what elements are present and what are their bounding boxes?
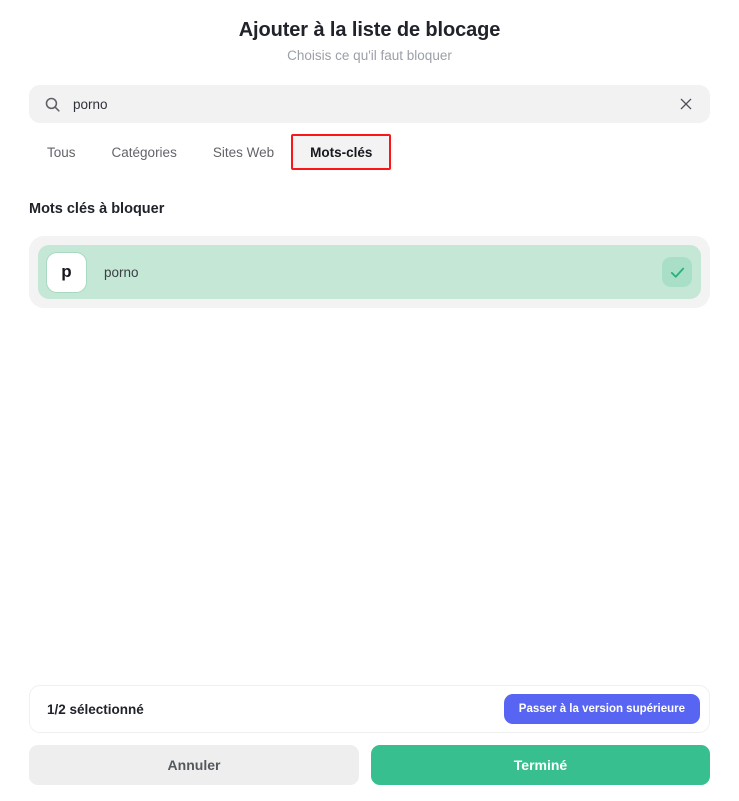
page-subtitle: Choisis ce qu'il faut bloquer (287, 48, 452, 63)
page-title: Ajouter à la liste de blocage (238, 19, 501, 41)
tab-sites-web[interactable]: Sites Web (195, 135, 292, 169)
search-icon (44, 96, 61, 113)
tab-mots-cles[interactable]: Mots-clés (292, 135, 391, 169)
search-bar[interactable] (29, 85, 710, 123)
close-icon[interactable] (676, 94, 696, 114)
section-heading: Mots clés à bloquer (29, 201, 165, 217)
keyword-list: p porno (29, 236, 710, 308)
search-input[interactable] (73, 96, 676, 112)
tab-bar: Tous Catégories Sites Web Mots-clés (29, 134, 710, 170)
avatar: p (46, 251, 87, 293)
dialog-header: Ajouter à la liste de blocage Choisis ce… (0, 0, 739, 66)
status-badge: 1/2 sélectionné (47, 701, 144, 717)
add-to-blocklist-dialog: Ajouter à la liste de blocage Choisis ce… (0, 0, 739, 801)
check-icon[interactable] (662, 257, 692, 287)
cancel-button[interactable]: Annuler (29, 745, 359, 785)
done-button[interactable]: Terminé (371, 745, 710, 785)
list-item[interactable]: p porno (38, 245, 701, 299)
dialog-actions: Annuler Terminé (29, 745, 710, 785)
list-item-label: porno (104, 264, 139, 280)
tab-categories[interactable]: Catégories (94, 135, 195, 169)
upgrade-button[interactable]: Passer à la version supérieure (503, 694, 700, 724)
tab-tous[interactable]: Tous (29, 135, 94, 169)
selection-status-bar: 1/2 sélectionné Passer à la version supé… (29, 685, 710, 733)
